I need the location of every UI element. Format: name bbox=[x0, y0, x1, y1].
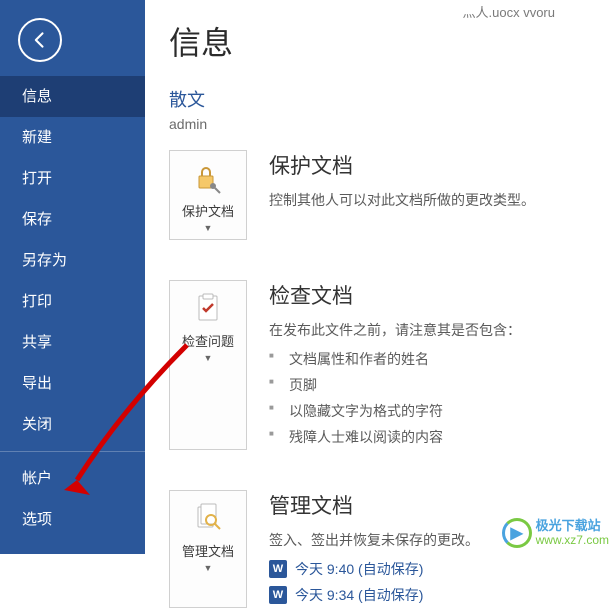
backstage-content: 灬人.uocx vvoru 信息 散文 admin 保护文档 ▼ 保护文档 控制… bbox=[145, 0, 615, 554]
chevron-down-icon: ▼ bbox=[172, 353, 244, 363]
sidebar-item-label: 打印 bbox=[22, 293, 52, 310]
list-item: 以隐藏文字为格式的字符 bbox=[269, 398, 615, 424]
check-issues-button[interactable]: 检查问题 ▼ bbox=[169, 280, 247, 450]
version-label: 今天 9:34 (自动保存) bbox=[295, 585, 423, 605]
sidebar-item-share[interactable]: 共享 bbox=[0, 322, 145, 363]
back-button[interactable] bbox=[18, 18, 62, 62]
sidebar-item-account[interactable]: 帐户 bbox=[0, 458, 145, 499]
sidebar-item-options[interactable]: 选项 bbox=[0, 499, 145, 540]
version-label: 今天 9:40 (自动保存) bbox=[295, 559, 423, 579]
list-item: 残障人士难以阅读的内容 bbox=[269, 424, 615, 450]
version-item[interactable]: W 今天 9:40 (自动保存) bbox=[269, 556, 615, 582]
document-search-icon bbox=[172, 501, 244, 537]
sidebar-item-export[interactable]: 导出 bbox=[0, 363, 145, 404]
sidebar-item-label: 另存为 bbox=[22, 252, 67, 269]
watermark-logo-icon: ▶ bbox=[502, 518, 532, 548]
watermark-url: www.xz7.com bbox=[536, 534, 609, 547]
sidebar-item-close[interactable]: 关闭 bbox=[0, 404, 145, 445]
lock-key-icon bbox=[172, 161, 244, 197]
sidebar-item-label: 信息 bbox=[22, 88, 52, 105]
sidebar-item-save[interactable]: 保存 bbox=[0, 199, 145, 240]
list-item: 页脚 bbox=[269, 372, 615, 398]
sidebar-separator bbox=[0, 451, 145, 452]
section-manage: 管理文档 ▼ 管理文档 签入、签出并恢复未保存的更改。 W 今天 9:40 (自… bbox=[169, 490, 615, 608]
section-description: 控制其他人可以对此文档所做的更改类型。 bbox=[269, 190, 615, 210]
sidebar-item-label: 选项 bbox=[22, 511, 52, 528]
section-inspect: 检查问题 ▼ 检查文档 在发布此文件之前，请注意其是否包含： 文档属性和作者的姓… bbox=[169, 280, 615, 450]
watermark: ▶ 极光下载站 www.xz7.com bbox=[502, 518, 609, 548]
sidebar-item-info[interactable]: 信息 bbox=[0, 76, 145, 117]
button-label: 检查问题 bbox=[182, 334, 234, 349]
button-label: 保护文档 bbox=[182, 204, 234, 219]
backstage-sidebar: 信息 新建 打开 保存 另存为 打印 共享 导出 关闭 帐户 选项 bbox=[0, 0, 145, 554]
watermark-name: 极光下载站 bbox=[536, 519, 609, 533]
word-doc-icon: W bbox=[269, 586, 287, 604]
sidebar-item-label: 新建 bbox=[22, 129, 52, 146]
sidebar-item-label: 保存 bbox=[22, 211, 52, 228]
document-check-icon bbox=[172, 291, 244, 327]
section-heading: 管理文档 bbox=[269, 490, 615, 520]
protect-document-button[interactable]: 保护文档 ▼ bbox=[169, 150, 247, 240]
sidebar-item-label: 共享 bbox=[22, 334, 52, 351]
word-doc-icon: W bbox=[269, 560, 287, 578]
sidebar-item-label: 打开 bbox=[22, 170, 52, 187]
page-title: 信息 bbox=[169, 18, 615, 64]
chevron-down-icon: ▼ bbox=[172, 563, 244, 573]
sidebar-item-label: 导出 bbox=[22, 375, 52, 392]
sidebar-item-label: 关闭 bbox=[22, 416, 52, 433]
section-protect: 保护文档 ▼ 保护文档 控制其他人可以对此文档所做的更改类型。 bbox=[169, 150, 615, 240]
version-item[interactable]: W 今天 9:34 (自动保存) bbox=[269, 582, 615, 608]
section-description: 在发布此文件之前，请注意其是否包含： bbox=[269, 320, 615, 340]
manage-document-button[interactable]: 管理文档 ▼ bbox=[169, 490, 247, 608]
arrow-left-icon bbox=[30, 30, 50, 50]
button-label: 管理文档 bbox=[182, 544, 234, 559]
chevron-down-icon: ▼ bbox=[172, 223, 244, 233]
document-author: admin bbox=[169, 116, 615, 132]
list-item: 文档属性和作者的姓名 bbox=[269, 346, 615, 372]
sidebar-item-open[interactable]: 打开 bbox=[0, 158, 145, 199]
sidebar-item-label: 帐户 bbox=[22, 470, 52, 487]
sidebar-item-print[interactable]: 打印 bbox=[0, 281, 145, 322]
sidebar-item-saveas[interactable]: 另存为 bbox=[0, 240, 145, 281]
section-heading: 保护文档 bbox=[269, 150, 615, 180]
inspect-bullet-list: 文档属性和作者的姓名 页脚 以隐藏文字为格式的字符 残障人士难以阅读的内容 bbox=[269, 346, 615, 450]
sidebar-item-new[interactable]: 新建 bbox=[0, 117, 145, 158]
document-name[interactable]: 散文 bbox=[169, 86, 615, 112]
section-heading: 检查文档 bbox=[269, 280, 615, 310]
title-bar-text: 灬人.uocx vvoru bbox=[463, 2, 555, 21]
